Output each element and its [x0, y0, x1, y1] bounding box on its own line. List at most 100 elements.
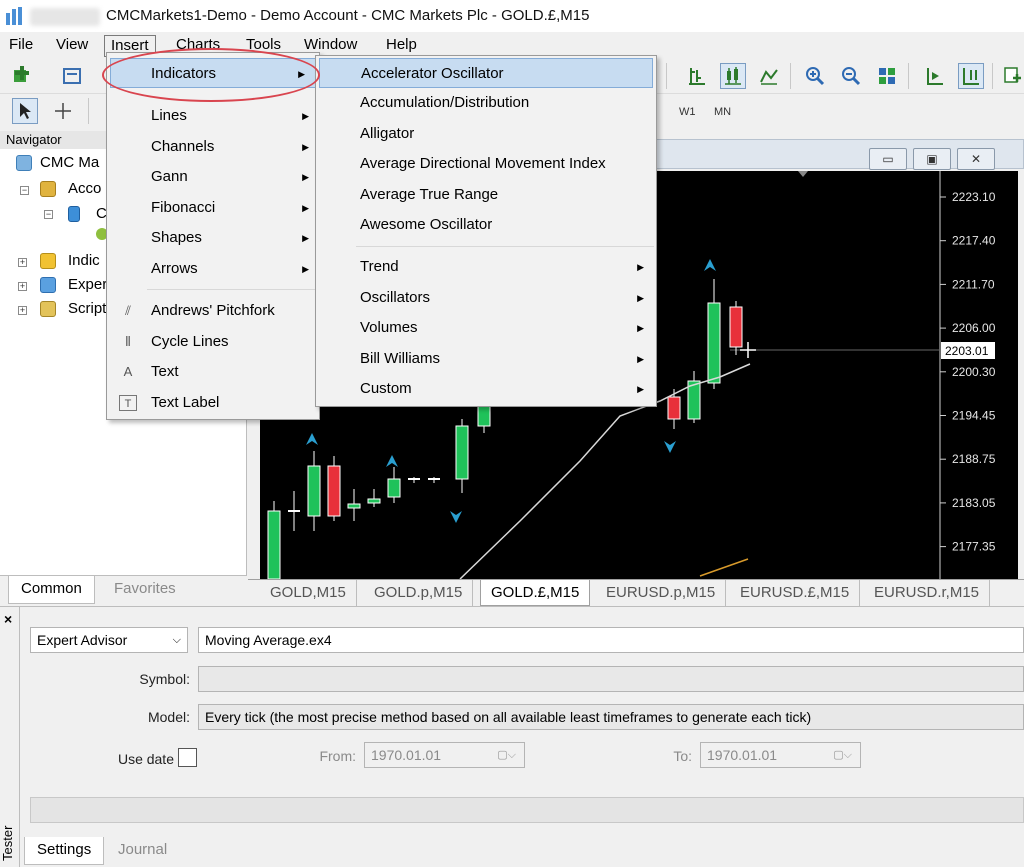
price-label: 2194.45 — [952, 409, 996, 423]
menu-item-custom[interactable]: Custom ▶ — [316, 374, 656, 404]
nav-item-experts[interactable]: Exper — [68, 274, 107, 296]
menu-item-label: Bill Williams — [360, 350, 440, 367]
menu-item-gann[interactable]: Gann ▶ — [107, 162, 319, 192]
menu-item-label: Channels — [151, 138, 215, 155]
menu-item-bill-williams[interactable]: Bill Williams ▶ — [316, 344, 656, 374]
price-label: 2188.75 — [952, 452, 996, 466]
tab-journal[interactable]: Journal — [106, 837, 179, 865]
expand-accounts-icon[interactable]: − — [20, 186, 29, 195]
menu-item-text-label[interactable]: T Text Label — [107, 388, 319, 418]
candle-body — [729, 306, 743, 348]
expand-scripts-icon[interactable]: + — [18, 306, 27, 315]
menu-item-cycle-lines[interactable]: ⦀ Cycle Lines — [107, 327, 319, 357]
chart-tab-4[interactable]: EURUSD.p,M15 — [596, 580, 727, 606]
menu-item-accelerator-oscillator[interactable]: Accelerator Oscillator — [319, 58, 653, 88]
chart-tab-1[interactable]: GOLD,M15 — [260, 580, 357, 606]
expand-indicators-icon[interactable]: + — [18, 258, 27, 267]
calendar-icon: ▢⌵ — [833, 749, 852, 761]
line-chart-icon[interactable] — [756, 63, 782, 89]
symbol-field[interactable] — [198, 666, 1024, 692]
indicators-submenu: Accelerator Oscillator Accumulation/Dist… — [315, 55, 657, 407]
nav-item-scripts[interactable]: Script — [68, 298, 106, 320]
menu-item-channels[interactable]: Channels ▶ — [107, 132, 319, 162]
menu-item-shapes[interactable]: Shapes ▶ — [107, 223, 319, 253]
menu-item-arrows[interactable]: Arrows ▶ — [107, 254, 319, 284]
minimize-icon[interactable]: ▭ — [869, 148, 907, 170]
orange-line — [699, 558, 749, 577]
tester-tabs: Settings Journal — [20, 837, 1024, 867]
chart-tab-5[interactable]: EURUSD.£,M15 — [730, 580, 861, 606]
menu-file[interactable]: File — [3, 35, 39, 57]
to-date-field[interactable]: 1970.01.01 ▢⌵ — [700, 742, 861, 768]
tab-settings[interactable]: Settings — [24, 837, 105, 865]
submenu-arrow-icon: ▶ — [302, 142, 309, 152]
timeframe-mn[interactable]: MN — [714, 106, 731, 118]
expert-select[interactable]: Moving Average.ex4 — [198, 627, 1024, 653]
chart-tab-6[interactable]: EURUSD.r,M15 — [864, 580, 991, 606]
profiles-icon[interactable] — [60, 63, 86, 89]
tab-favorites[interactable]: Favorites — [102, 576, 188, 604]
zoom-out-icon[interactable] — [838, 63, 864, 89]
zoom-in-icon[interactable] — [802, 63, 828, 89]
cursor-icon[interactable] — [12, 98, 38, 124]
model-select[interactable]: Every tick (the most precise method base… — [198, 704, 1024, 730]
menu-item-andrews-pitchfork[interactable]: ⫽ Andrews' Pitchfork — [107, 296, 319, 326]
candle-body — [327, 465, 341, 517]
expert-value: Moving Average.ex4 — [205, 632, 332, 648]
chart-shift-icon[interactable] — [958, 63, 984, 89]
menu-help[interactable]: Help — [380, 35, 423, 57]
submenu-arrow-icon: ▶ — [302, 233, 309, 243]
price-label: 2183.05 — [952, 496, 996, 510]
crosshair-icon[interactable] — [50, 98, 76, 124]
use-date-checkbox[interactable] — [178, 748, 197, 767]
expand-server-icon[interactable]: − — [44, 210, 53, 219]
menu-item-lines[interactable]: Lines ▶ — [107, 101, 319, 131]
menu-item-atr[interactable]: Average True Range — [316, 180, 656, 210]
chart-shift-marker — [798, 171, 808, 177]
menu-item-label: Andrews' Pitchfork — [151, 302, 275, 319]
bar-chart-icon[interactable] — [684, 63, 710, 89]
timeframe-w1[interactable]: W1 — [679, 106, 696, 118]
terminal-icon — [16, 155, 32, 171]
candle-body — [307, 465, 321, 517]
fractal-arrow-icon — [664, 441, 676, 453]
menu-item-label: Trend — [360, 258, 399, 275]
nav-item-indicators[interactable]: Indic — [68, 250, 100, 272]
candlestick-chart-icon[interactable] — [720, 63, 746, 89]
menu-item-indicators[interactable]: Indicators ▶ — [110, 58, 316, 88]
scripts-icon — [40, 301, 56, 317]
chart-tab-2[interactable]: GOLD.p,M15 — [364, 580, 474, 606]
fractal-arrow-icon — [386, 455, 398, 467]
accounts-icon — [40, 181, 56, 197]
tester-mode-select[interactable]: Expert Advisor ⌵ — [30, 627, 188, 653]
nav-item-accounts[interactable]: Acco — [68, 178, 101, 200]
restore-icon[interactable]: ▣ — [913, 148, 951, 170]
tab-common[interactable]: Common — [8, 576, 95, 604]
fractal-arrow-icon — [306, 433, 318, 445]
cycle-lines-icon: ⦀ — [125, 334, 131, 349]
nav-item-terminal[interactable]: CMC Ma — [40, 152, 99, 174]
menu-item-awesome-oscillator[interactable]: Awesome Oscillator — [316, 210, 656, 240]
progress-bar — [30, 797, 1024, 823]
menu-item-trend[interactable]: Trend ▶ — [316, 252, 656, 282]
menu-item-adx[interactable]: Average Directional Movement Index — [316, 149, 656, 179]
menu-item-fibonacci[interactable]: Fibonacci ▶ — [107, 193, 319, 223]
menu-item-text[interactable]: A Text — [107, 357, 319, 387]
new-chart-icon[interactable] — [10, 63, 36, 89]
tile-windows-icon[interactable] — [874, 63, 900, 89]
close-icon[interactable]: ✕ — [957, 148, 995, 170]
menu-item-oscillators[interactable]: Oscillators ▶ — [316, 283, 656, 313]
close-icon[interactable]: × — [4, 611, 12, 627]
add-indicator-icon[interactable] — [1000, 63, 1024, 89]
current-price-label: 2203.01 — [945, 344, 989, 358]
menu-item-alligator[interactable]: Alligator — [316, 119, 656, 149]
submenu-arrow-icon: ▶ — [637, 323, 644, 333]
from-date-field[interactable]: 1970.01.01 ▢⌵ — [364, 742, 525, 768]
chart-tab-active[interactable]: GOLD.£,M15 — [480, 580, 591, 606]
menu-item-label: Text — [151, 363, 179, 380]
menu-item-volumes[interactable]: Volumes ▶ — [316, 313, 656, 343]
expand-experts-icon[interactable]: + — [18, 282, 27, 291]
auto-scroll-icon[interactable] — [922, 63, 948, 89]
menu-view[interactable]: View — [50, 35, 94, 57]
menu-item-accumulation-distribution[interactable]: Accumulation/Distribution — [316, 88, 656, 118]
